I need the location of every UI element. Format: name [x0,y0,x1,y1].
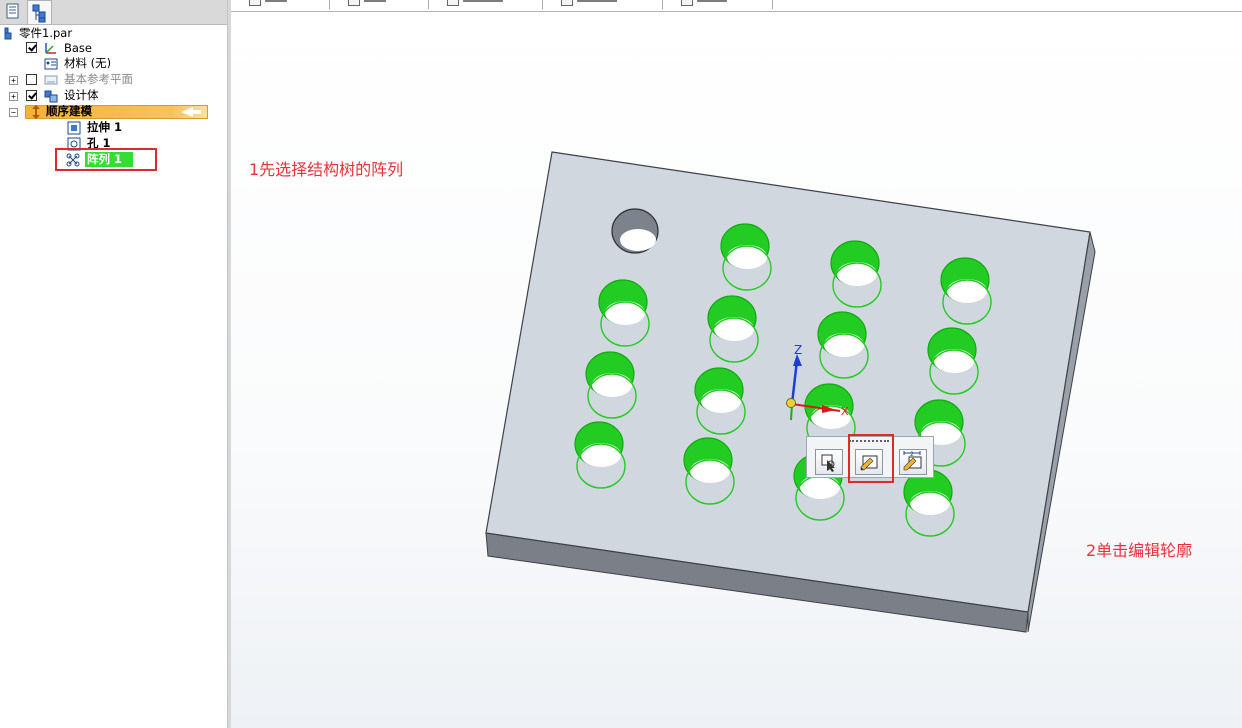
select-sketch-button[interactable] [815,449,843,475]
edit-profile-highlight-box [848,434,894,483]
part-model[interactable]: Z X [0,0,1242,728]
z-axis-label: Z [794,343,802,357]
svg-text:2: 2 [910,451,914,458]
x-axis-label: X [841,405,849,418]
annotation-step1: 1先选择结构树的阵列 [249,160,404,179]
plate-top-face [485,151,1091,613]
original-hole[interactable] [611,208,659,254]
dynamic-edit-icon: 2 [903,451,922,471]
triad-origin [786,398,796,408]
annotation-step2: 2单击编辑轮廓 [1086,541,1193,560]
select-sketch-icon [821,454,835,472]
dynamic-edit-button[interactable]: 2 [899,449,927,475]
